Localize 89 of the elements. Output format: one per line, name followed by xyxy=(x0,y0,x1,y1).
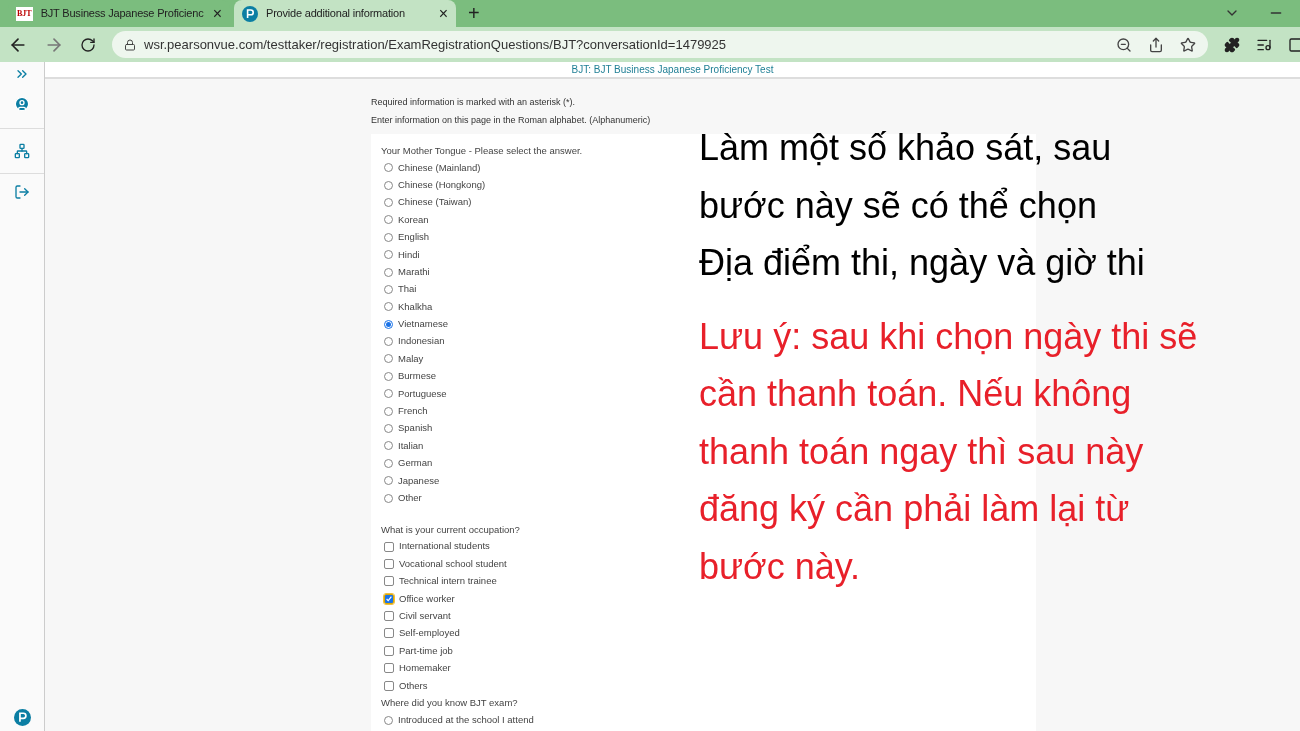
pearson-logo xyxy=(242,5,258,22)
option-label: Homemaker xyxy=(399,661,451,676)
option-label: German xyxy=(398,456,433,471)
checkbox[interactable] xyxy=(384,611,394,622)
radio-button[interactable] xyxy=(384,250,393,260)
radio-button[interactable] xyxy=(384,441,393,451)
user-icon[interactable] xyxy=(14,96,30,112)
checkbox[interactable] xyxy=(384,663,394,674)
option-label: Portuguese xyxy=(398,386,447,401)
radio-button[interactable] xyxy=(384,354,393,364)
checkbox[interactable] xyxy=(384,558,394,569)
radio-button[interactable] xyxy=(384,406,393,416)
option-label: Part-time job xyxy=(399,643,453,658)
option-label: Self-employed xyxy=(399,626,460,641)
checkbox[interactable] xyxy=(384,645,394,656)
option-label: Other xyxy=(398,491,422,505)
info-note: Required information is marked with an asterisk (*). xyxy=(371,96,577,109)
close-tab-button[interactable]: × xyxy=(212,1,222,26)
checkbox[interactable] xyxy=(384,628,394,639)
radio-button[interactable] xyxy=(384,197,393,207)
question-label: What is your current occupation? xyxy=(381,522,521,537)
address-bar[interactable]: wsr.pearsonvue.com/testtaker/registration/ExamRegistrationQuestions/BJT?conversationId=1479925 xyxy=(112,31,1208,58)
question-label: Your Mother Tongue - Please select the answer. xyxy=(381,144,584,158)
radio-button[interactable] xyxy=(384,284,393,294)
option-label: Marathi xyxy=(398,264,430,279)
radio-button[interactable] xyxy=(384,371,393,381)
option-label: Thai xyxy=(398,282,417,297)
checkbox[interactable] xyxy=(384,541,394,552)
option-label: Burmese xyxy=(398,369,436,384)
bjt-logo: BJT xyxy=(16,6,33,21)
option-label: Chinese (Hongkong) xyxy=(398,177,486,192)
radio-button[interactable] xyxy=(384,319,393,329)
checkbox[interactable] xyxy=(384,680,394,691)
sitemap-icon[interactable] xyxy=(14,143,30,159)
question-label: Where did you know BJT exam? xyxy=(381,696,519,711)
url-text: wsr.pearsonvue.com/testtaker/registration/ExamRegistrationQuestions/BJT?conversationId=1479925 xyxy=(144,35,728,54)
option-label: Chinese (Mainland) xyxy=(398,160,481,175)
annotation-instruction: Làm một số khảo sát, sau bước này sẽ có thể chọn Địa điểm thi, ngày và giờ thi xyxy=(699,126,1146,285)
annotation-warning: Lưu ý: sau khi chọn ngày thi sẽ cần thanh toán. Nếu không thanh toán ngay thì sau này đăng ký cần phải làm lại từ bước này. xyxy=(699,314,1199,589)
option-label: Technical intern trainee xyxy=(399,574,497,589)
bookmark-star-icon[interactable] xyxy=(1180,36,1196,53)
option-label: Others xyxy=(399,678,428,693)
radio-button[interactable] xyxy=(384,476,393,486)
radio-button[interactable] xyxy=(384,389,393,399)
radio-button[interactable] xyxy=(384,180,393,190)
share-icon[interactable] xyxy=(1148,36,1164,53)
checkbox[interactable] xyxy=(384,593,394,604)
tab-title: BJT Business Japanese Proficienc xyxy=(40,6,205,22)
tab-title: Provide additional information xyxy=(266,6,406,22)
browser-tab[interactable]: Provide additional information × xyxy=(234,0,456,27)
radio-button[interactable] xyxy=(384,715,393,725)
checkbox[interactable] xyxy=(384,576,394,587)
radio-button[interactable] xyxy=(384,302,393,312)
option-label: Malay xyxy=(398,351,424,366)
option-label: Khalkha xyxy=(398,299,433,314)
option-label: Italian xyxy=(398,438,424,453)
option-label: Civil servant xyxy=(399,608,451,623)
close-tab-button[interactable]: × xyxy=(438,1,448,26)
new-tab-button[interactable]: + xyxy=(460,0,488,27)
exam-title: BJT: BJT Business Japanese Proficiency Test xyxy=(571,63,774,77)
radio-button[interactable] xyxy=(384,163,393,173)
reload-icon[interactable] xyxy=(80,36,96,53)
option-label: Introduced at the school I attend xyxy=(398,712,534,727)
option-label: Chinese (Taiwan) xyxy=(398,195,472,210)
radio-button[interactable] xyxy=(384,232,393,242)
option-label: Korean xyxy=(398,212,429,227)
radio-button[interactable] xyxy=(384,458,393,468)
lock-icon xyxy=(124,38,136,51)
option-label: Office worker xyxy=(399,591,455,606)
option-label: International students xyxy=(399,539,490,554)
option-label: Spanish xyxy=(398,421,433,436)
pearson-logo xyxy=(13,709,31,726)
info-note: Enter information on this page in the Roman alphabet. (Alphanumeric) xyxy=(371,114,652,127)
radio-button[interactable] xyxy=(384,215,393,225)
logout-icon[interactable] xyxy=(14,184,30,200)
radio-button[interactable] xyxy=(384,424,393,434)
option-label: Japanese xyxy=(398,473,440,488)
radio-button[interactable] xyxy=(384,493,393,503)
option-label: Hindi xyxy=(398,247,420,262)
side-panel-icon[interactable] xyxy=(1288,36,1300,53)
option-label: English xyxy=(398,230,430,245)
option-label: Indonesian xyxy=(398,334,445,349)
zoom-out-icon[interactable] xyxy=(1116,36,1132,53)
radio-button[interactable] xyxy=(384,267,393,277)
option-label: French xyxy=(398,404,428,419)
option-label: Vocational school student xyxy=(399,556,507,571)
radio-button[interactable] xyxy=(384,337,393,347)
extensions-icon[interactable] xyxy=(1224,36,1240,53)
option-label: Vietnamese xyxy=(398,317,448,332)
